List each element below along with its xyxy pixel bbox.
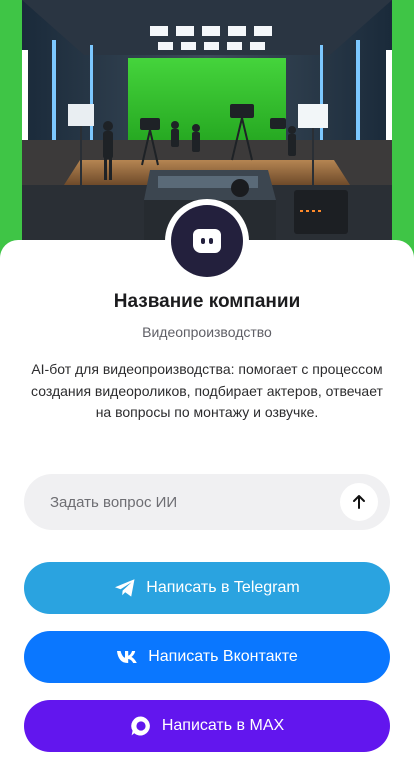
max-icon	[130, 715, 152, 737]
company-category: Видеопроизводство	[142, 324, 272, 340]
ask-ai-input[interactable]	[48, 492, 340, 512]
arrow-up-icon	[353, 495, 365, 509]
company-avatar	[165, 199, 249, 283]
company-name: Название компании	[113, 291, 301, 312]
send-button[interactable]	[340, 483, 378, 521]
vk-button-label: Написать Вконтакте	[148, 648, 298, 665]
vk-button[interactable]: Написать Вконтакте	[24, 631, 390, 683]
vk-icon	[116, 650, 138, 664]
telegram-button-label: Написать в Telegram	[146, 579, 300, 596]
chat-bot-icon	[193, 229, 221, 253]
ask-ai-box[interactable]	[24, 474, 390, 530]
telegram-button[interactable]: Написать в Telegram	[24, 562, 390, 614]
max-button-label: Написать в MAX	[161, 717, 285, 734]
max-button[interactable]: Написать в MAX	[24, 700, 390, 752]
telegram-icon	[114, 578, 136, 598]
company-description: AI-бот для видеопроизводства: помогает с…	[31, 361, 383, 420]
avatar-background	[171, 205, 243, 277]
